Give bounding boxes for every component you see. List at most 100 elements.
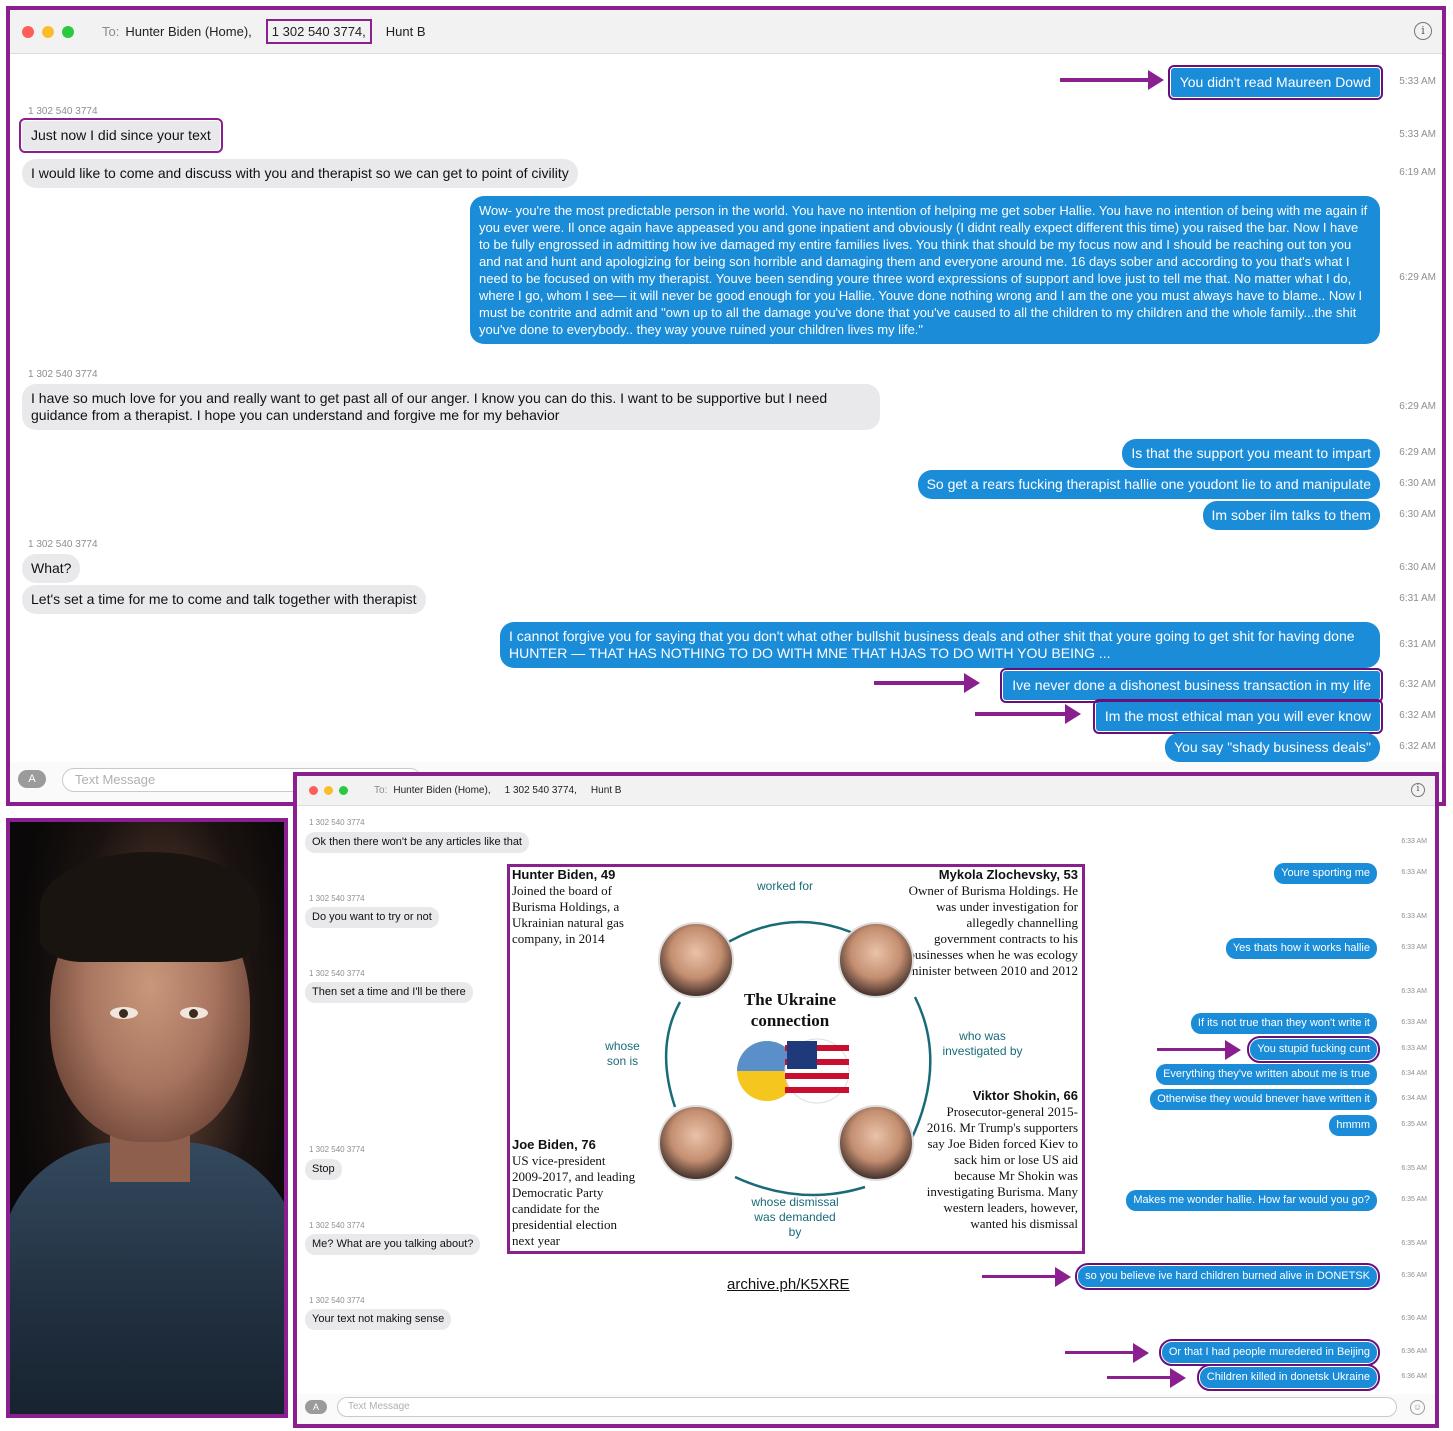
recipient-chip[interactable]: 1 302 540 3774, bbox=[505, 785, 577, 796]
message-time: 6:34 AM bbox=[1401, 1095, 1427, 1102]
recipient-chip[interactable]: Hunter Biden (Home), bbox=[125, 24, 251, 39]
message-input[interactable]: Text Message bbox=[337, 1397, 1397, 1417]
info-icon[interactable]: i bbox=[1414, 22, 1432, 40]
message-time: 6:33 AM bbox=[1401, 944, 1427, 951]
recipient-chip[interactable]: Hunt B bbox=[386, 24, 426, 39]
portrait-photo bbox=[6, 818, 288, 1418]
message-bubble-incoming: What? bbox=[22, 554, 81, 583]
close-window-button[interactable] bbox=[309, 786, 318, 795]
message-bubble-outgoing: Yes thats how it works hallie bbox=[1225, 938, 1377, 959]
minimize-window-button[interactable] bbox=[324, 786, 333, 795]
message-bubble-outgoing: If its not true than they won't write it bbox=[1190, 1013, 1377, 1034]
eye-shape bbox=[180, 1007, 208, 1019]
hair-shape bbox=[40, 852, 260, 962]
to-label: To: bbox=[374, 785, 388, 796]
message-time: 6:35 AM bbox=[1401, 1196, 1427, 1203]
message-bubble-incoming: Ok then there won't be any articles like… bbox=[305, 832, 529, 853]
message-bubble-outgoing: Children killed in donetsk Ukraine bbox=[1196, 1364, 1381, 1391]
zoom-window-button[interactable] bbox=[62, 25, 74, 38]
message-time: 6:35 AM bbox=[1401, 1165, 1427, 1172]
message-time: 5:33 AM bbox=[1399, 129, 1436, 140]
message-bubble-incoming: Me? What are you talking about? bbox=[305, 1234, 481, 1255]
bio-name: Mykola Zlochevsky, 53 bbox=[938, 867, 1078, 882]
sender-label: 1 302 540 3774 bbox=[309, 894, 365, 903]
message-time: 6:32 AM bbox=[1399, 741, 1436, 752]
message-bubble-incoming: I have so much love for you and really w… bbox=[22, 384, 880, 430]
bio-name: Joe Biden, 76 bbox=[512, 1137, 596, 1152]
minimize-window-button[interactable] bbox=[42, 25, 54, 38]
message-bubble-incoming: Stop bbox=[305, 1159, 342, 1180]
message-bubble-outgoing: You say "shady business deals" bbox=[1165, 733, 1380, 762]
link-label-worked-for: worked for bbox=[756, 879, 814, 893]
ukraine-connection-infographic: Hunter Biden, 49 Joined the board of Bur… bbox=[507, 864, 1085, 1254]
joe-biden-bio: Joe Biden, 76 US vice-president 2009-201… bbox=[512, 1137, 637, 1249]
message-time: 6:30 AM bbox=[1399, 562, 1436, 573]
recipient-chip[interactable]: Hunter Biden (Home), bbox=[393, 785, 490, 796]
message-time: 6:36 AM bbox=[1401, 1348, 1427, 1355]
sender-label: 1 302 540 3774 bbox=[309, 969, 365, 978]
message-bubble-outgoing: I cannot forgive you for saying that you… bbox=[500, 622, 1380, 668]
message-time: 6:31 AM bbox=[1399, 593, 1436, 604]
message-time: 6:19 AM bbox=[1399, 167, 1436, 178]
message-time: 6:33 AM bbox=[1401, 838, 1427, 845]
to-label: To: bbox=[102, 24, 120, 39]
message-bubble-outgoing: Wow- you're the most predictable person … bbox=[470, 196, 1380, 344]
message-time: 6:33 AM bbox=[1401, 1019, 1427, 1026]
close-window-button[interactable] bbox=[22, 25, 34, 38]
emoji-icon[interactable]: ☺ bbox=[1410, 1400, 1425, 1415]
title-bar: To: Hunter Biden (Home), 1 302 540 3774,… bbox=[10, 10, 1442, 54]
link-label-investigated-by: who was investigated by bbox=[942, 1029, 1023, 1058]
message-bubble-incoming: I would like to come and discuss with yo… bbox=[22, 159, 578, 188]
archive-link[interactable]: archive.ph/K5XRE bbox=[727, 1276, 850, 1293]
message-time: 6:29 AM bbox=[1399, 401, 1436, 412]
bio-name: Hunter Biden, 49 bbox=[512, 867, 616, 882]
viktor-portrait bbox=[838, 1105, 914, 1181]
link-label-dismissal: whose dismissal was demanded by bbox=[751, 1195, 839, 1239]
sender-label: 1 302 540 3774 bbox=[309, 1221, 365, 1230]
message-time: 6:30 AM bbox=[1399, 478, 1436, 489]
message-bubble-outgoing: so you believe ive hard children burned … bbox=[1075, 1263, 1380, 1290]
message-time: 6:32 AM bbox=[1399, 679, 1436, 690]
highlight-arrow bbox=[982, 1267, 1071, 1287]
recipient-chip[interactable]: 1 302 540 3774, bbox=[265, 19, 372, 44]
message-bubble-outgoing: Im sober ilm talks to them bbox=[1202, 501, 1380, 530]
message-time: 6:29 AM bbox=[1399, 447, 1436, 458]
info-icon[interactable]: i bbox=[1411, 783, 1425, 797]
bio-text: Joined the board of Burisma Holdings, a … bbox=[512, 883, 624, 946]
message-bubble-outgoing: You didn't read Maureen Dowd bbox=[1167, 65, 1384, 100]
message-time: 6:33 AM bbox=[1401, 913, 1427, 920]
message-time: 6:35 AM bbox=[1401, 1240, 1427, 1247]
highlight-arrow bbox=[1060, 70, 1164, 90]
mykola-portrait bbox=[838, 922, 914, 998]
message-bubble-outgoing: Youre sporting me bbox=[1274, 863, 1377, 884]
jacket-shape bbox=[10, 1142, 284, 1414]
ukraine-us-flag-icon bbox=[737, 1038, 850, 1104]
message-bubble-outgoing: Or that I had people muredered in Beijin… bbox=[1158, 1339, 1381, 1366]
message-time: 6:33 AM bbox=[1401, 988, 1427, 995]
sender-label: 1 302 540 3774 bbox=[309, 1296, 365, 1305]
message-time: 6:29 AM bbox=[1399, 272, 1436, 283]
link-label-son: whose son is bbox=[605, 1039, 640, 1068]
message-bubble-incoming: Then set a time and I'll be there bbox=[305, 982, 473, 1003]
message-time: 6:35 AM bbox=[1401, 1121, 1427, 1128]
message-bubble-outgoing: Is that the support you meant to impart bbox=[1122, 439, 1380, 468]
message-time: 6:30 AM bbox=[1399, 509, 1436, 520]
arrow-son bbox=[664, 1001, 682, 1108]
message-bubble-outgoing: Everything they've written about me is t… bbox=[1156, 1064, 1377, 1085]
zoom-window-button[interactable] bbox=[339, 786, 348, 795]
highlight-arrow bbox=[1107, 1368, 1186, 1388]
message-time: 6:32 AM bbox=[1399, 710, 1436, 721]
title-bar: To: Hunter Biden (Home), 1 302 540 3774,… bbox=[297, 776, 1435, 806]
highlight-arrow bbox=[1157, 1040, 1241, 1060]
message-time: 6:34 AM bbox=[1401, 1070, 1427, 1077]
recipient-chip[interactable]: Hunt B bbox=[591, 785, 622, 796]
message-bubble-outgoing: Makes me wonder hallie. How far would yo… bbox=[1126, 1190, 1377, 1211]
app-store-icon[interactable]: A bbox=[18, 770, 46, 788]
message-time: 6:33 AM bbox=[1401, 1045, 1427, 1052]
message-bubble-outgoing: Otherwise they would bnever have written… bbox=[1150, 1089, 1377, 1110]
highlight-arrow bbox=[874, 673, 980, 693]
app-store-icon[interactable]: A bbox=[305, 1400, 327, 1414]
message-time: 6:36 AM bbox=[1401, 1272, 1427, 1279]
eye-shape bbox=[110, 1007, 138, 1019]
sender-label: 1 302 540 3774 bbox=[309, 1145, 365, 1154]
